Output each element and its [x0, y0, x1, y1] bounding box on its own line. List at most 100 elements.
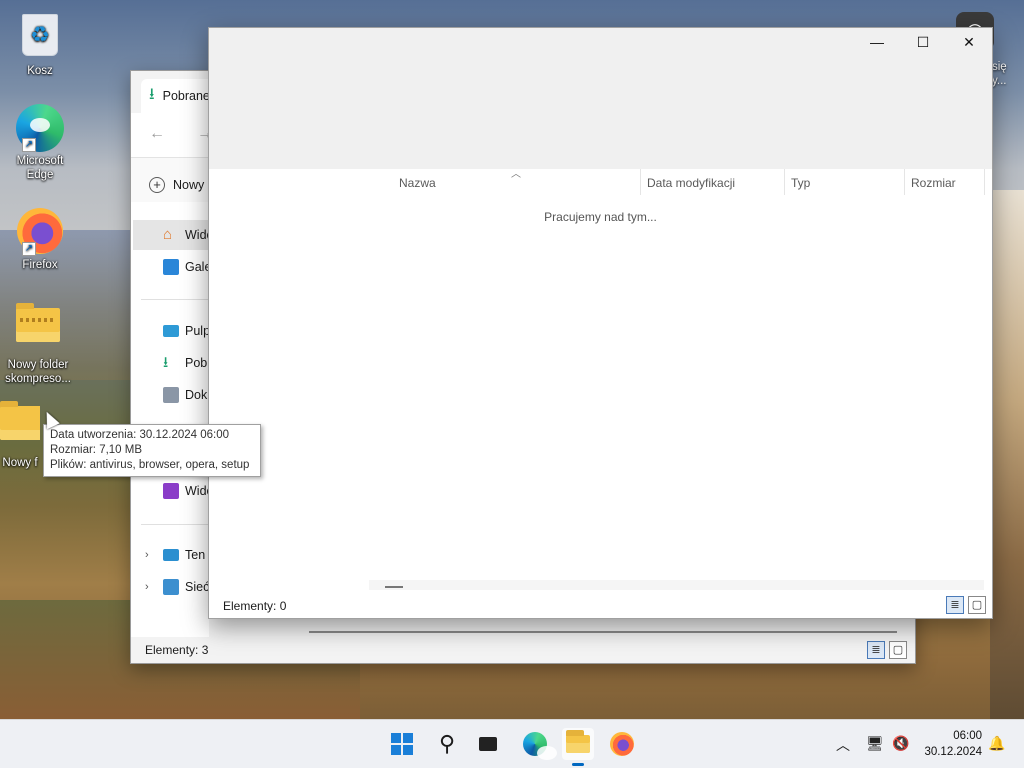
shortcut-arrow-icon: ↗	[22, 138, 36, 152]
sidebar-item-label: Wideo	[185, 484, 209, 498]
column-divider[interactable]	[904, 169, 905, 195]
search-icon: ⚲	[438, 731, 456, 756]
sort-ascending-icon: ︿	[511, 169, 521, 180]
taskbar-firefox[interactable]	[606, 728, 638, 760]
desktop-icon-edge[interactable]: ↗ Microsoft Edge	[2, 104, 78, 182]
scrollbar-thumb[interactable]	[385, 586, 403, 588]
task-view-icon	[479, 737, 497, 751]
folder-info-tooltip: Data utworzenia: 30.12.2024 06:00 Rozmia…	[43, 424, 261, 477]
taskbar: ⚲ ︿ 🖥 🔇 06:00 30.12.2024 🔔	[0, 719, 1024, 768]
sidebar-item-network[interactable]: Sieć	[133, 572, 209, 602]
download-icon: ⭳	[163, 354, 169, 371]
back-arrow-icon[interactable]: ←	[149, 125, 165, 143]
desktop-icon-label: Kosz	[27, 65, 53, 77]
document-icon	[163, 387, 179, 403]
edge-icon	[523, 732, 557, 760]
wallpaper-buildings	[990, 190, 1024, 720]
task-view-button[interactable]	[472, 728, 504, 760]
desktop-icon-label: Nowy f	[2, 457, 38, 469]
desktop-icon-recycle-bin[interactable]: ♻ Kosz	[2, 10, 78, 78]
desktop-icon-label: Firefox	[22, 259, 58, 271]
status-item-count: Elementy: 0	[223, 599, 287, 613]
maximize-button[interactable]: ☐	[900, 28, 946, 56]
sidebar-item-documents[interactable]: Dokumenty	[133, 380, 209, 410]
column-divider[interactable]	[784, 169, 785, 195]
desktop-icon-label: Nowy folder skompreso...	[5, 359, 71, 385]
status-bar: Elementy: 0 ≣ ▢	[209, 592, 992, 618]
minimize-button[interactable]: —	[854, 28, 900, 56]
divider	[141, 524, 209, 525]
download-icon: ⭳	[149, 85, 155, 103]
taskbar-file-explorer[interactable]	[562, 728, 594, 766]
sidebar-item-videos[interactable]: Wideo	[133, 476, 209, 506]
explorer-window-loading[interactable]: — ☐ ✕ ︿ Nazwa Data modyfikacji Typ Rozmi…	[208, 27, 993, 619]
taskbar-edge[interactable]	[519, 728, 557, 760]
details-view-button[interactable]: ≣	[867, 641, 885, 659]
sidebar-item-label: Sieć	[185, 580, 209, 594]
sidebar-item-label: Pulpit	[185, 324, 209, 338]
home-icon: ⌂	[163, 226, 173, 243]
sidebar-item-downloads[interactable]: ⭳ Pobrane	[133, 348, 209, 378]
notification-bell-icon[interactable]: 🔔	[988, 735, 1005, 752]
gallery-icon	[163, 259, 179, 275]
column-divider[interactable]	[640, 169, 641, 195]
column-divider[interactable]	[984, 169, 985, 195]
tab-title: Pobrane	[162, 89, 210, 103]
view-switcher: ≣ ▢	[867, 641, 907, 659]
desktop-icon-firefox[interactable]: ↗ Firefox	[2, 208, 78, 272]
sidebar-item-label: Widok główny	[185, 228, 209, 242]
sidebar-item-home[interactable]: ⌂ Widok główny	[133, 220, 209, 250]
tooltip-files: Plików: antivirus, browser, opera, setup	[50, 459, 250, 471]
details-view-button[interactable]: ≣	[946, 596, 964, 614]
desktop-icon-zip-folder[interactable]: Nowy folder skompreso...	[0, 300, 76, 386]
video-icon	[163, 483, 179, 499]
start-icon	[391, 733, 413, 755]
column-type[interactable]: Typ	[791, 176, 810, 190]
start-button[interactable]	[386, 728, 418, 760]
desktop-icon-label: Microsoft Edge	[16, 155, 64, 181]
tooltip-created: Data utworzenia: 30.12.2024 06:00	[50, 429, 230, 441]
volume-muted-icon[interactable]: 🔇	[892, 735, 909, 752]
desktop-icon	[163, 325, 179, 337]
loading-message: Pracujemy nad tym...	[544, 210, 657, 224]
chevron-up-icon[interactable]: ︿	[836, 735, 850, 755]
firefox-icon	[610, 732, 634, 756]
clock[interactable]: 06:00 30.12.2024	[924, 728, 982, 760]
tiles-view-button[interactable]: ▢	[889, 641, 907, 659]
column-name[interactable]: Nazwa	[399, 176, 436, 190]
sidebar-item-label: Dokumenty	[185, 388, 209, 402]
column-date-modified[interactable]: Data modyfikacji	[647, 176, 735, 190]
computer-icon	[163, 549, 179, 561]
sidebar-item-label: Ten komputer	[185, 548, 209, 562]
view-switcher: ≣ ▢	[946, 596, 986, 614]
sidebar-item-this-pc[interactable]: Ten komputer	[133, 540, 209, 570]
sidebar-item-gallery[interactable]: Galeria	[133, 252, 209, 282]
recycle-bin-icon: ♻	[22, 14, 58, 56]
close-button[interactable]: ✕	[946, 28, 992, 56]
horizontal-scrollbar[interactable]	[309, 631, 897, 633]
column-size[interactable]: Rozmiar	[911, 176, 956, 190]
divider	[141, 299, 209, 300]
search-button[interactable]: ⚲	[431, 728, 463, 760]
new-button[interactable]: + Nowy	[149, 177, 204, 193]
sidebar-item-label: Pobrane	[185, 356, 209, 370]
plus-icon: +	[149, 177, 165, 193]
sidebar-item-desktop[interactable]: Pulpit	[133, 316, 209, 346]
column-headers: ︿ Nazwa Data modyfikacji Typ Rozmiar	[209, 169, 992, 197]
zip-folder-icon	[16, 303, 60, 342]
shortcut-arrow-icon: ↗	[22, 242, 36, 256]
tiles-view-button[interactable]: ▢	[968, 596, 986, 614]
desktop-icon-new-folder[interactable]: Nowy f	[0, 398, 40, 470]
clock-time: 06:00	[953, 730, 982, 742]
tooltip-size: Rozmiar: 7,10 MB	[50, 444, 143, 456]
clock-date: 30.12.2024	[924, 746, 982, 758]
network-status-icon[interactable]: 🖥	[866, 735, 884, 752]
desktop-icon-label-partial: się y...	[992, 61, 1007, 87]
horizontal-scrollbar[interactable]	[369, 580, 984, 590]
status-item-count: Elementy: 3	[145, 643, 209, 657]
new-button-label: Nowy	[173, 178, 205, 192]
folder-icon	[0, 401, 40, 440]
network-icon	[163, 579, 179, 595]
sidebar-item-label: Galeria	[185, 260, 209, 274]
navigation-pane: ⌂ Widok główny Galeria Pulpit ⭳ Pobrane …	[131, 202, 209, 637]
